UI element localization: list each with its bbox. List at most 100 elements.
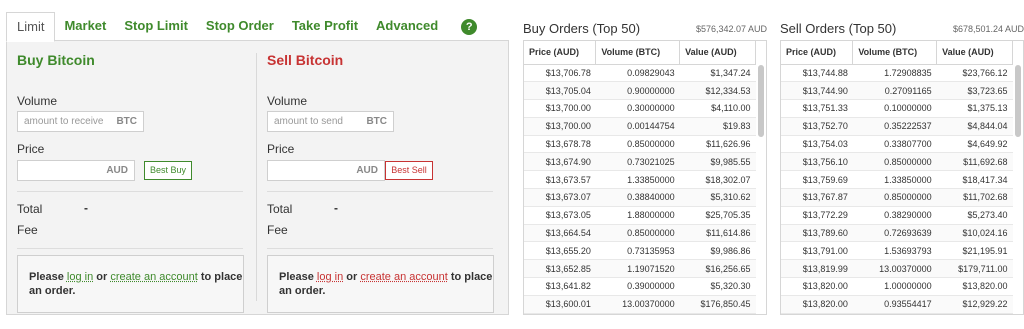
sell-col-value[interactable]: Value (AUD)	[936, 41, 1013, 65]
buy-volume-unit: BTC	[116, 116, 137, 127]
sell-price-input[interactable]: AUD	[267, 160, 385, 181]
sell-col-volume[interactable]: Volume (BTC)	[852, 41, 938, 65]
buy-order-row[interactable]: $13,705.04 0.90000000 $12,334.53	[524, 81, 756, 101]
sell-price-cell: $13,759.69	[781, 170, 853, 190]
buy-order-row[interactable]: $13,674.90 0.73021025 $9,985.55	[524, 152, 756, 172]
buy-total-value: -	[84, 201, 88, 215]
sell-volume-cell: 0.85000000	[852, 152, 937, 172]
sell-volume-input[interactable]: amount to send BTC	[267, 111, 394, 132]
sell-orders-table: Price (AUD) Volume (BTC) Value (AUD) $13…	[781, 41, 1013, 314]
sell-separator-2	[267, 248, 493, 249]
sell-order-row[interactable]: $13,820.00 0.93554417 $12,929.22	[781, 295, 1013, 314]
buy-order-row[interactable]: $13,655.20 0.73135953 $9,986.86	[524, 241, 756, 261]
trade-form-area: Buy Bitcoin Volume amount to receive BTC…	[6, 40, 509, 315]
sell-value-cell: $12,929.22	[936, 295, 1013, 314]
sell-col-price[interactable]: Price (AUD)	[781, 41, 854, 65]
buy-value-cell: $25,705.35	[679, 206, 756, 225]
sell-value-cell: $4,649.92	[936, 135, 1013, 154]
sell-price-cell: $13,744.90	[781, 81, 853, 101]
buy-price-cell: $13,700.00	[524, 117, 596, 136]
sell-value-cell: $3,723.65	[936, 81, 1013, 101]
sell-orders-scrollbar[interactable]	[1015, 65, 1021, 137]
buy-login-link[interactable]: log in	[67, 271, 93, 283]
sell-create-account-link[interactable]: create an account	[360, 271, 447, 283]
sell-order-row[interactable]: $13,752.70 0.35222537 $4,844.04	[781, 117, 1013, 136]
best-buy-button[interactable]: Best Buy	[144, 161, 192, 180]
buy-create-account-link[interactable]: create an account	[110, 271, 197, 283]
buy-price-cell: $13,673.57	[524, 170, 596, 190]
buy-order-row[interactable]: $13,652.85 1.19071520 $16,256.65	[524, 259, 756, 279]
sell-login-link[interactable]: log in	[317, 271, 343, 283]
sell-fee-label: Fee	[267, 223, 288, 237]
tab-stop-order[interactable]: Stop Order	[197, 12, 283, 41]
buy-price-cell: $13,706.78	[524, 64, 596, 83]
sell-order-row[interactable]: $13,744.88 1.72908835 $23,766.12	[781, 64, 1013, 83]
buy-volume-cell: 0.38840000	[595, 188, 680, 207]
sell-order-row[interactable]: $13,767.87 0.85000000 $11,702.68	[781, 188, 1013, 207]
buy-order-row[interactable]: $13,664.54 0.85000000 $11,614.86	[524, 224, 756, 243]
sell-order-row[interactable]: $13,789.60 0.72693639 $10,024.16	[781, 224, 1013, 243]
buy-price-cell: $13,664.54	[524, 224, 596, 243]
buy-value-cell: $1,347.24	[679, 64, 756, 83]
buy-order-row[interactable]: $13,673.57 1.33850000 $18,302.07	[524, 170, 756, 190]
sell-volume-cell: 0.33807700	[852, 135, 937, 154]
sell-orders-table-frame: Price (AUD) Volume (BTC) Value (AUD) $13…	[780, 40, 1024, 315]
sell-order-row[interactable]: $13,751.33 0.10000000 $1,375.13	[781, 99, 1013, 118]
sell-orders-total: $678,501.24 AUD	[952, 24, 1024, 34]
sell-volume-cell: 13.00370000	[852, 259, 937, 279]
buy-value-cell: $19.83	[679, 117, 756, 136]
best-sell-button[interactable]: Best Sell	[385, 161, 433, 180]
buy-orders-scrollbar[interactable]	[758, 65, 764, 137]
buy-volume-input[interactable]: amount to receive BTC	[17, 111, 144, 132]
buy-order-row[interactable]: $13,673.07 0.38840000 $5,310.62	[524, 188, 756, 207]
buy-value-cell: $11,626.96	[679, 135, 756, 154]
sell-order-row[interactable]: $13,791.00 1.53693793 $21,195.91	[781, 241, 1013, 261]
buy-order-row[interactable]: $13,706.78 0.09829043 $1,347.24	[524, 64, 756, 83]
sell-total-label: Total	[267, 202, 293, 216]
buy-volume-cell: 0.09829043	[595, 64, 680, 83]
sell-price-cell: $13,789.60	[781, 224, 853, 243]
sell-volume-cell: 0.85000000	[852, 188, 937, 207]
buy-value-cell: $9,986.86	[679, 241, 756, 261]
buy-volume-label: Volume	[17, 94, 58, 108]
sell-value-cell: $4,844.04	[936, 117, 1013, 136]
buy-col-volume[interactable]: Volume (BTC)	[595, 41, 681, 65]
question-circle-icon[interactable]: ?	[461, 18, 478, 35]
sell-value-cell: $11,702.68	[936, 188, 1013, 207]
buy-price-input[interactable]: AUD	[17, 160, 135, 181]
sell-order-row[interactable]: $13,819.99 13.00370000 $179,711.00	[781, 259, 1013, 279]
buy-col-price[interactable]: Price (AUD)	[524, 41, 597, 65]
sell-price-label: Price	[267, 142, 295, 156]
sell-price-cell: $13,791.00	[781, 241, 853, 261]
buy-volume-cell: 0.85000000	[595, 135, 680, 154]
sell-order-row[interactable]: $13,756.10 0.85000000 $11,692.68	[781, 152, 1013, 172]
sell-separator	[267, 191, 493, 192]
buy-price-cell: $13,652.85	[524, 259, 596, 279]
tab-take-profit[interactable]: Take Profit	[283, 12, 367, 41]
tab-advanced[interactable]: Advanced	[367, 12, 447, 41]
buy-total-label: Total	[17, 202, 43, 216]
buy-login-prefix: Please	[29, 271, 67, 283]
buy-order-row[interactable]: $13,600.01 13.00370000 $176,850.45	[524, 295, 756, 314]
sell-volume-cell: 0.93554417	[852, 295, 937, 314]
buy-order-book-header: Buy Orders (Top 50) $576,342.07 AUD	[523, 16, 767, 38]
order-type-tabs: Limit Market Stop Limit Stop Order Take …	[6, 11, 509, 42]
sell-price-cell: $13,751.33	[781, 99, 853, 118]
tab-stop-limit[interactable]: Stop Limit	[115, 12, 197, 41]
buy-order-row[interactable]: $13,700.00 0.30000000 $4,110.00	[524, 99, 756, 118]
buy-order-row[interactable]: $13,673.05 1.88000000 $25,705.35	[524, 206, 756, 225]
sell-order-row[interactable]: $13,744.90 0.27091165 $3,723.65	[781, 81, 1013, 101]
buy-order-row[interactable]: $13,700.00 0.00144754 $19.83	[524, 117, 756, 136]
sell-volume-cell: 0.10000000	[852, 99, 937, 118]
sell-order-row[interactable]: $13,759.69 1.33850000 $18,417.34	[781, 170, 1013, 190]
buy-orders-title: Buy Orders (Top 50)	[523, 21, 641, 36]
tab-market[interactable]: Market	[55, 12, 115, 41]
buy-order-row[interactable]: $13,641.82 0.39000000 $5,320.30	[524, 277, 756, 296]
sell-order-row[interactable]: $13,820.00 1.00000000 $13,820.00	[781, 277, 1013, 296]
sell-price-cell: $13,767.87	[781, 188, 853, 207]
buy-order-row[interactable]: $13,678.78 0.85000000 $11,626.96	[524, 135, 756, 154]
sell-order-row[interactable]: $13,772.29 0.38290000 $5,273.40	[781, 206, 1013, 225]
tab-limit[interactable]: Limit	[6, 11, 56, 42]
sell-order-row[interactable]: $13,754.03 0.33807700 $4,649.92	[781, 135, 1013, 154]
buy-col-value[interactable]: Value (AUD)	[679, 41, 756, 65]
